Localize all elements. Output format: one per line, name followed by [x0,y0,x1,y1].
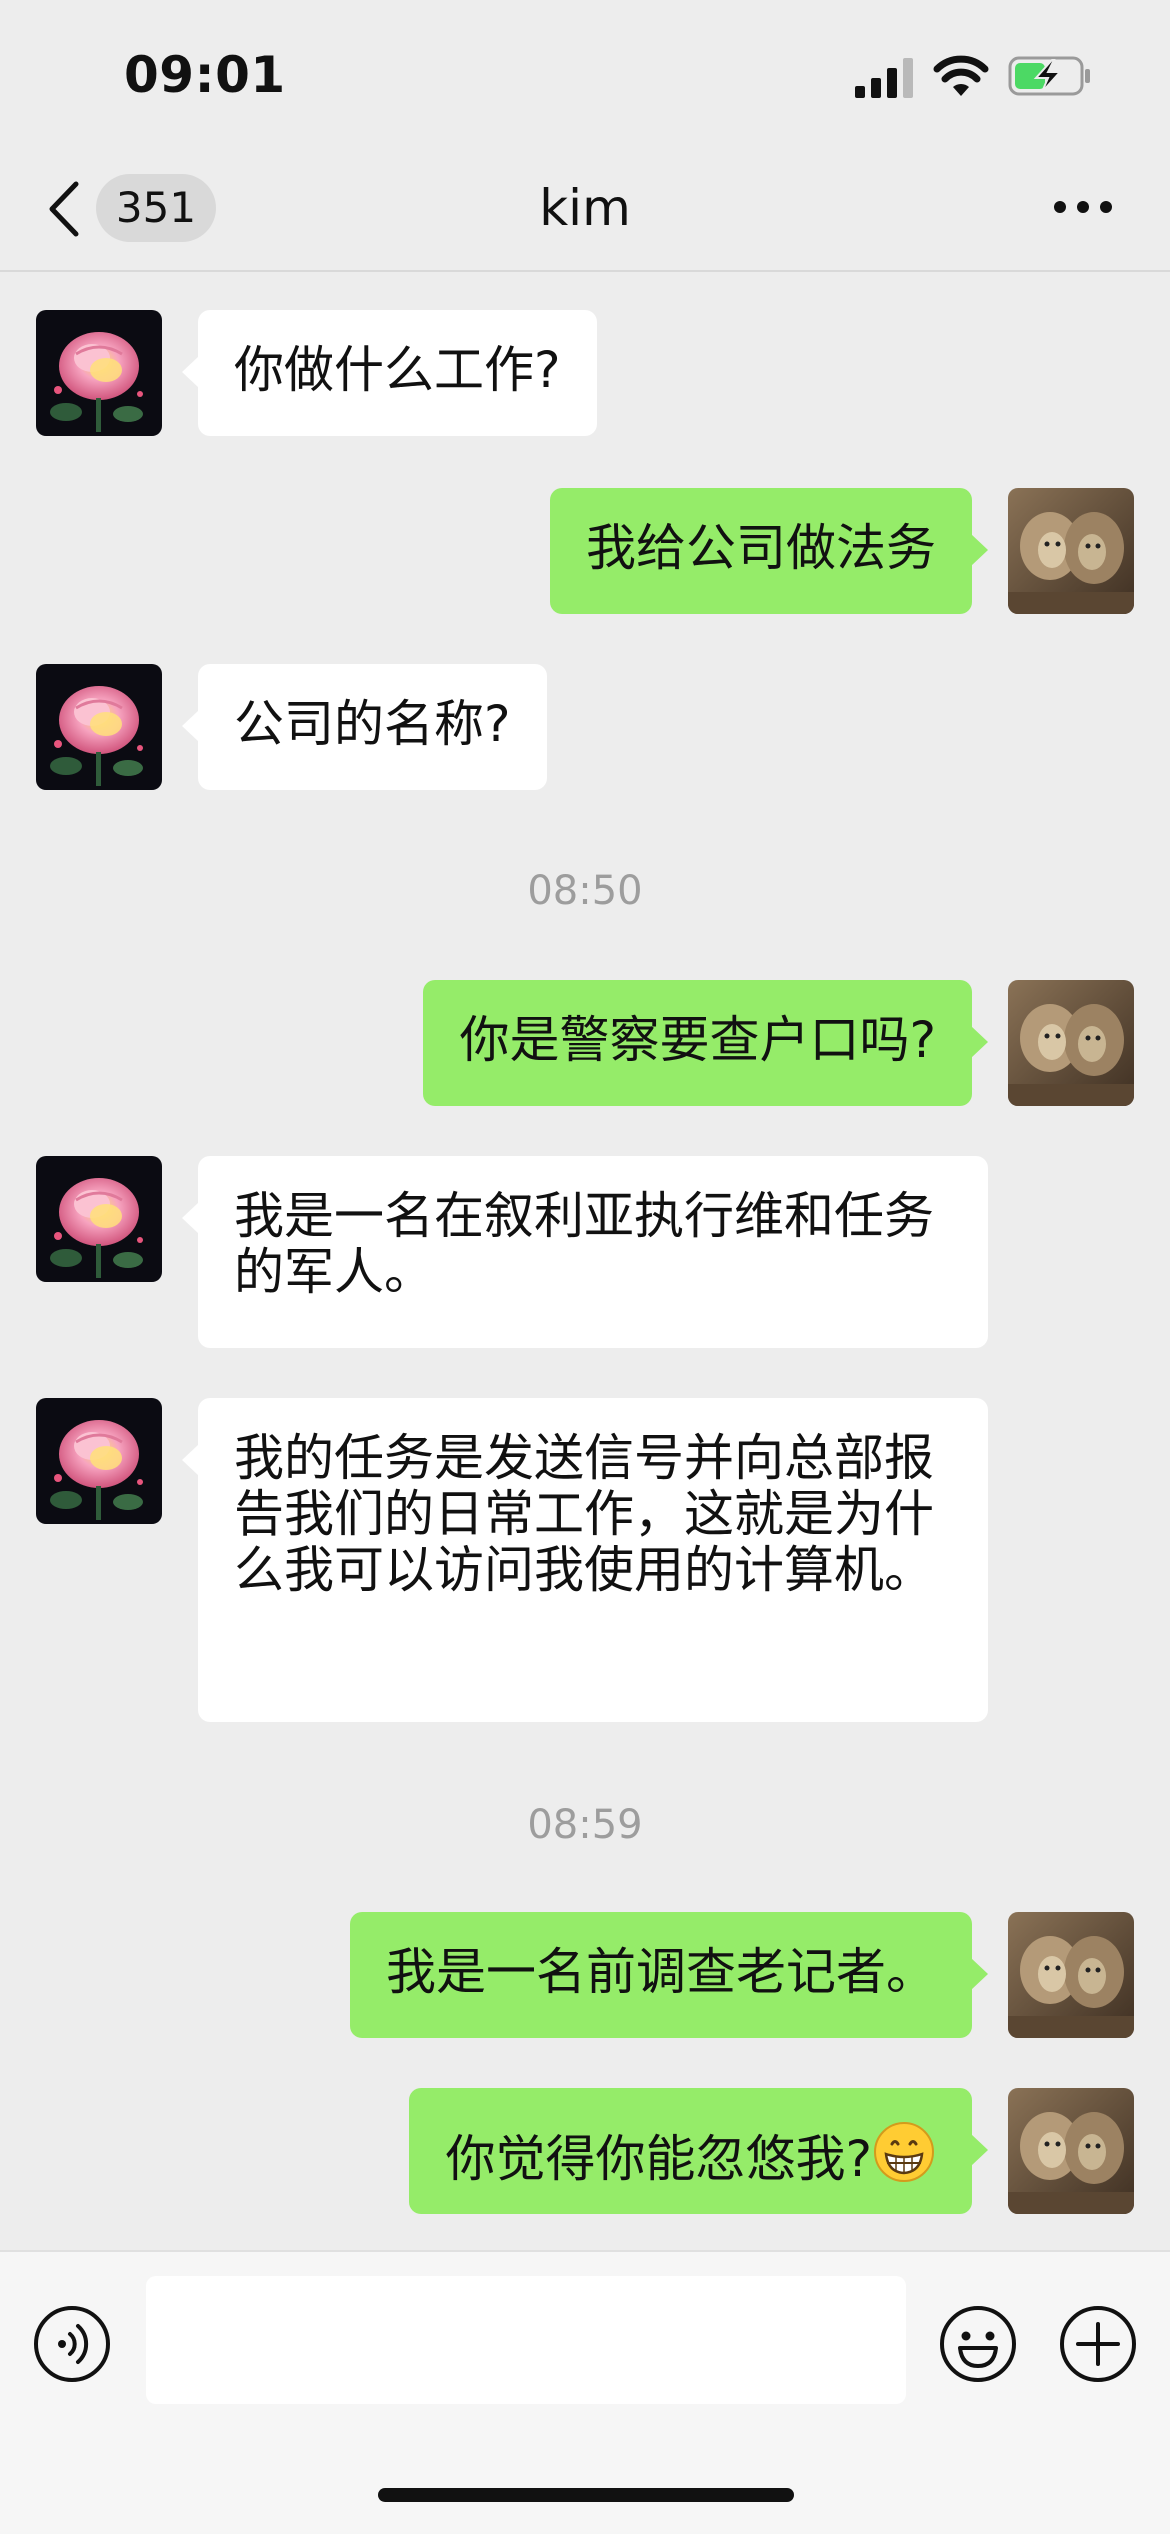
message-bubble-received[interactable]: 我的任务是发送信号并向总部报告我们的日常工作，这就是为什么我可以访问我使用的计算… [182,1398,988,1722]
message-bubble-received[interactable]: 你做什么工作? [182,310,597,436]
message-text: 你是警察要查户口吗? [459,1011,936,1069]
own-avatar[interactable] [1008,980,1134,1106]
message-bubble-sent[interactable]: 我是一名前调查老记者。 [350,1912,988,2038]
home-indicator[interactable] [378,2488,794,2502]
message-timestamp: 08:59 [527,1802,643,1848]
message-bubble-received[interactable]: 公司的名称? [182,664,547,790]
message-text: 我给公司做法务 [586,519,936,577]
chat-header: 351 kim [0,150,1170,272]
chat-title: kim [539,179,631,237]
own-avatar[interactable] [1008,1912,1134,2038]
status-time: 09:01 [124,46,286,104]
own-avatar[interactable] [1008,488,1134,614]
message-bubble-received[interactable]: 我是一名在叙利亚执行维和任务的军人。 [182,1156,988,1348]
message-input[interactable] [146,2276,906,2404]
emoji-icon[interactable] [938,2304,1018,2384]
message-bubble-sent[interactable]: 我给公司做法务 [550,488,988,614]
message-text: 我是一名前调查老记者。 [386,1943,936,2001]
own-avatar[interactable] [1008,2088,1134,2214]
message-text: 我是一名在叙利亚执行维和任务的军人。 [234,1187,934,1301]
message-text: 公司的名称? [234,695,511,753]
grinning-face-emoji-icon [874,2122,934,2182]
voice-icon[interactable] [32,2304,112,2384]
wifi-icon [933,55,989,96]
message-bubble-sent[interactable]: 你觉得你能忽悠我? [409,2088,988,2214]
contact-avatar[interactable] [36,1398,162,1524]
contact-avatar[interactable] [36,310,162,436]
cellular-signal-icon [855,58,913,98]
contact-avatar[interactable] [36,664,162,790]
message-timestamp: 08:50 [527,868,643,914]
battery-charging-icon [1008,56,1090,96]
message-text: 我的任务是发送信号并向总部报告我们的日常工作，这就是为什么我可以访问我使用的计算… [234,1429,934,1599]
plus-icon[interactable] [1058,2304,1138,2384]
message-bubble-sent[interactable]: 你是警察要查户口吗? [423,980,988,1106]
message-text: 你做什么工作? [234,341,561,399]
more-dots-icon[interactable] [1052,196,1114,218]
status-bar: 09:01 [0,0,1170,150]
message-text: 你觉得你能忽悠我? [445,2130,872,2188]
contact-avatar[interactable] [36,1156,162,1282]
